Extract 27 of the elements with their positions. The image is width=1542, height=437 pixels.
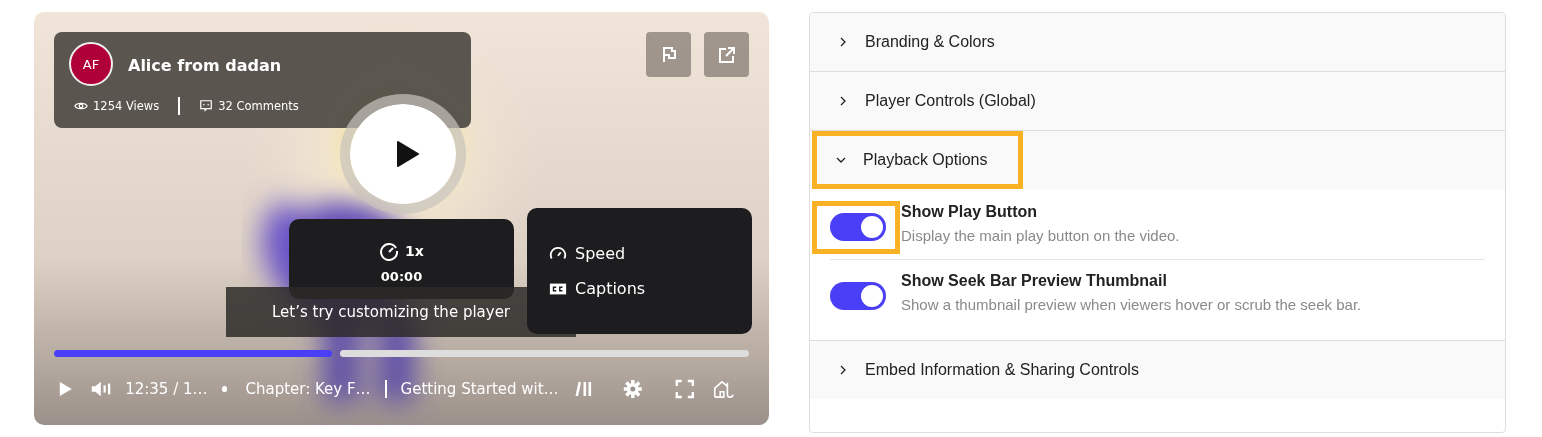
gauge-icon [379,241,400,261]
section-header[interactable]: Playback Options [812,131,1023,189]
author-name: Alice from dadan [128,56,282,75]
share-button[interactable] [704,32,749,77]
external-link-icon [716,44,737,65]
house-icon[interactable] [713,379,735,399]
setting-label: Show Seek Bar Preview Thumbnail [901,272,1168,290]
settings-icon[interactable] [622,379,644,399]
toggle-switch[interactable] [830,213,886,241]
comments-count: 32 Comments [218,99,299,113]
preview-time: 00:00 [380,269,423,284]
views-count: 1254 Views [93,99,160,113]
setting-description: Display the main play button on the video. [901,227,1181,244]
toggle-switch[interactable] [830,282,886,310]
setting-description: Show a thumbnail preview when viewers hover or scrub the seek bar. [901,296,1363,313]
fullscreen-icon[interactable] [673,379,696,399]
flag-button[interactable] [646,32,691,77]
seek-bar[interactable] [54,350,749,357]
time-display: 12:35 / 1… [125,380,208,398]
comment-icon [199,99,214,113]
chapter-label: Chapter: Key F… [245,380,371,398]
volume-icon[interactable] [89,379,112,399]
speed-value: 1x [405,243,424,259]
setting-label: Show Play Button [901,203,1038,221]
menu-item[interactable]: Speed [549,244,626,263]
avatar: AF [69,42,113,86]
video-title: Getting Started wit… [400,380,559,398]
